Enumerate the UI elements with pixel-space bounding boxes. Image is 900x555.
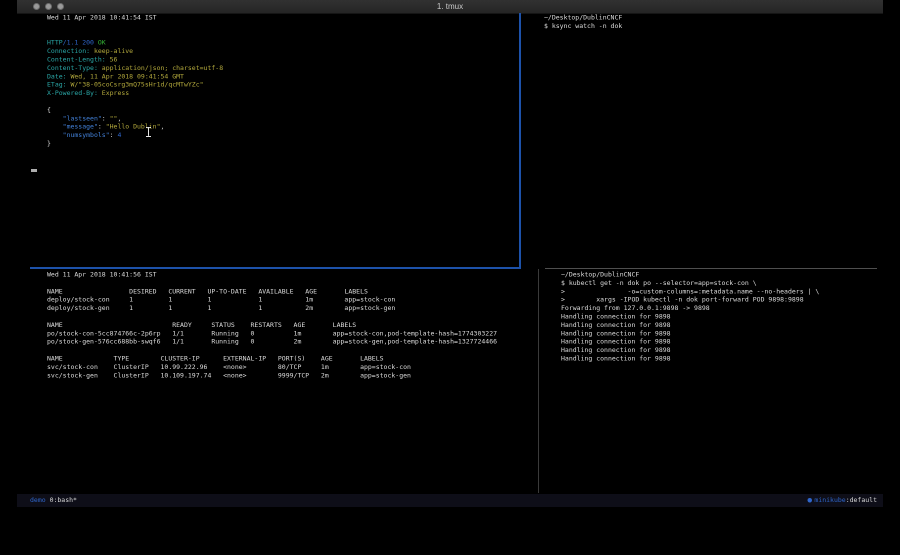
mouse-ibeam-pointer bbox=[146, 127, 151, 137]
terminal-line: Date: Wed, 11 Apr 2018 09:41:54 GMT bbox=[47, 73, 537, 81]
terminal-line: Handling connection for 9898 bbox=[561, 313, 900, 321]
terminal-line: X-Powered-By: Express bbox=[47, 90, 537, 98]
terminal-line bbox=[47, 22, 537, 30]
terminal-line: } bbox=[47, 140, 537, 148]
terminal-line: HTTP/1.1 200 OK bbox=[47, 39, 537, 47]
terminal-line: > -o=custom-columns=:metadata.name --no-… bbox=[561, 288, 900, 296]
session-name: demo bbox=[30, 497, 46, 505]
terminal-line: Wed 11 Apr 2018 10:41:54 IST bbox=[47, 14, 537, 22]
terminal-line: Handling connection for 9898 bbox=[561, 338, 900, 346]
terminal-line bbox=[47, 313, 537, 321]
status-left: demo 0:bash* bbox=[30, 494, 77, 507]
terminal-line: svc/stock-con ClusterIP 10.99.222.96 <no… bbox=[47, 363, 537, 371]
terminal-line: Content-Length: 56 bbox=[47, 56, 537, 64]
terminal-line: Handling connection for 9898 bbox=[561, 355, 900, 363]
terminal-line: Handling connection for 9898 bbox=[561, 347, 900, 355]
pane-http-response[interactable]: Wed 11 Apr 2018 10:41:54 IST HTTP/1.1 20… bbox=[47, 14, 537, 148]
terminal-line: > xargs -IPOD kubectl -n dok port-forwar… bbox=[561, 296, 900, 304]
terminal-line: svc/stock-gen ClusterIP 10.109.197.74 <n… bbox=[47, 372, 537, 380]
terminal-line: ~/Desktop/DublinCNCF bbox=[544, 14, 900, 22]
terminal-line: Forwarding from 127.0.0.1:9898 -> 9898 bbox=[561, 305, 900, 313]
terminal-line: ETag: W/"38-05coCsrg3mQ75sHr1d/qcMTwYZc" bbox=[47, 81, 537, 89]
terminal-cursor bbox=[31, 169, 37, 172]
desktop: 1. tmux Wed 11 Apr 2018 10:41:54 IST HTT… bbox=[0, 0, 900, 555]
pane-ksync-watch[interactable]: ~/Desktop/DublinCNCF$ ksync watch -n dok bbox=[544, 14, 900, 31]
terminal-line: Connection: keep-alive bbox=[47, 48, 537, 56]
pane-divider-vertical-bottom[interactable] bbox=[538, 269, 539, 493]
terminal-line: Handling connection for 9898 bbox=[561, 330, 900, 338]
terminal-window: 1. tmux Wed 11 Apr 2018 10:41:54 IST HTT… bbox=[17, 0, 883, 507]
kube-context: minikube bbox=[814, 497, 845, 505]
pane-divider-vertical-top[interactable] bbox=[519, 13, 521, 268]
terminal-line: Handling connection for 9898 bbox=[561, 321, 900, 329]
terminal-line: "message": "Hello Dublin", bbox=[47, 123, 537, 131]
terminal-line: NAME READY STATUS RESTARTS AGE LABELS bbox=[47, 321, 537, 329]
kube-namespace: :default bbox=[846, 497, 877, 505]
terminal-line: { bbox=[47, 106, 537, 114]
window-title: 1. tmux bbox=[17, 0, 883, 13]
pane-port-forward[interactable]: ~/Desktop/DublinCNCF$ kubectl get -n dok… bbox=[561, 271, 900, 363]
terminal-line: $ ksync watch -n dok bbox=[544, 22, 900, 30]
terminal-line: ~/Desktop/DublinCNCF bbox=[561, 271, 900, 279]
terminal-line bbox=[47, 279, 537, 287]
terminal-line: deploy/stock-gen 1 1 1 1 2m app=stock-ge… bbox=[47, 305, 537, 313]
terminal-line: NAME TYPE CLUSTER-IP EXTERNAL-IP PORT(S)… bbox=[47, 355, 537, 363]
pane-divider-horizontal-right[interactable] bbox=[545, 268, 877, 269]
terminal-line: "lastseen": "", bbox=[47, 115, 537, 123]
status-right: minikube:default bbox=[807, 494, 877, 507]
terminal-line bbox=[47, 31, 537, 39]
tmux-status-bar: demo 0:bash* minikube:default bbox=[17, 494, 883, 507]
terminal-line: $ kubectl get -n dok po --selector=app=s… bbox=[561, 279, 900, 287]
kubernetes-icon bbox=[807, 498, 812, 503]
pane-divider-horizontal-left[interactable] bbox=[30, 267, 521, 269]
terminal-line: Wed 11 Apr 2018 10:41:56 IST bbox=[47, 271, 537, 279]
terminal-line bbox=[47, 98, 537, 106]
terminal-line: Content-Type: application/json; charset=… bbox=[47, 64, 537, 72]
titlebar[interactable]: 1. tmux bbox=[17, 0, 883, 14]
window-tab[interactable]: 0:bash* bbox=[50, 497, 77, 505]
terminal-line: deploy/stock-con 1 1 1 1 1m app=stock-co… bbox=[47, 296, 537, 304]
terminal-line: po/stock-con-5cc874766c-2p6rp 1/1 Runnin… bbox=[47, 330, 537, 338]
pane-kubectl-get[interactable]: Wed 11 Apr 2018 10:41:56 IST NAME DESIRE… bbox=[47, 271, 537, 380]
terminal-line: po/stock-gen-576cc688bb-swqf6 1/1 Runnin… bbox=[47, 338, 537, 346]
terminal-line: "numsymbols": 4 bbox=[47, 132, 537, 140]
terminal-line bbox=[47, 347, 537, 355]
terminal-line: NAME DESIRED CURRENT UP-TO-DATE AVAILABL… bbox=[47, 288, 537, 296]
